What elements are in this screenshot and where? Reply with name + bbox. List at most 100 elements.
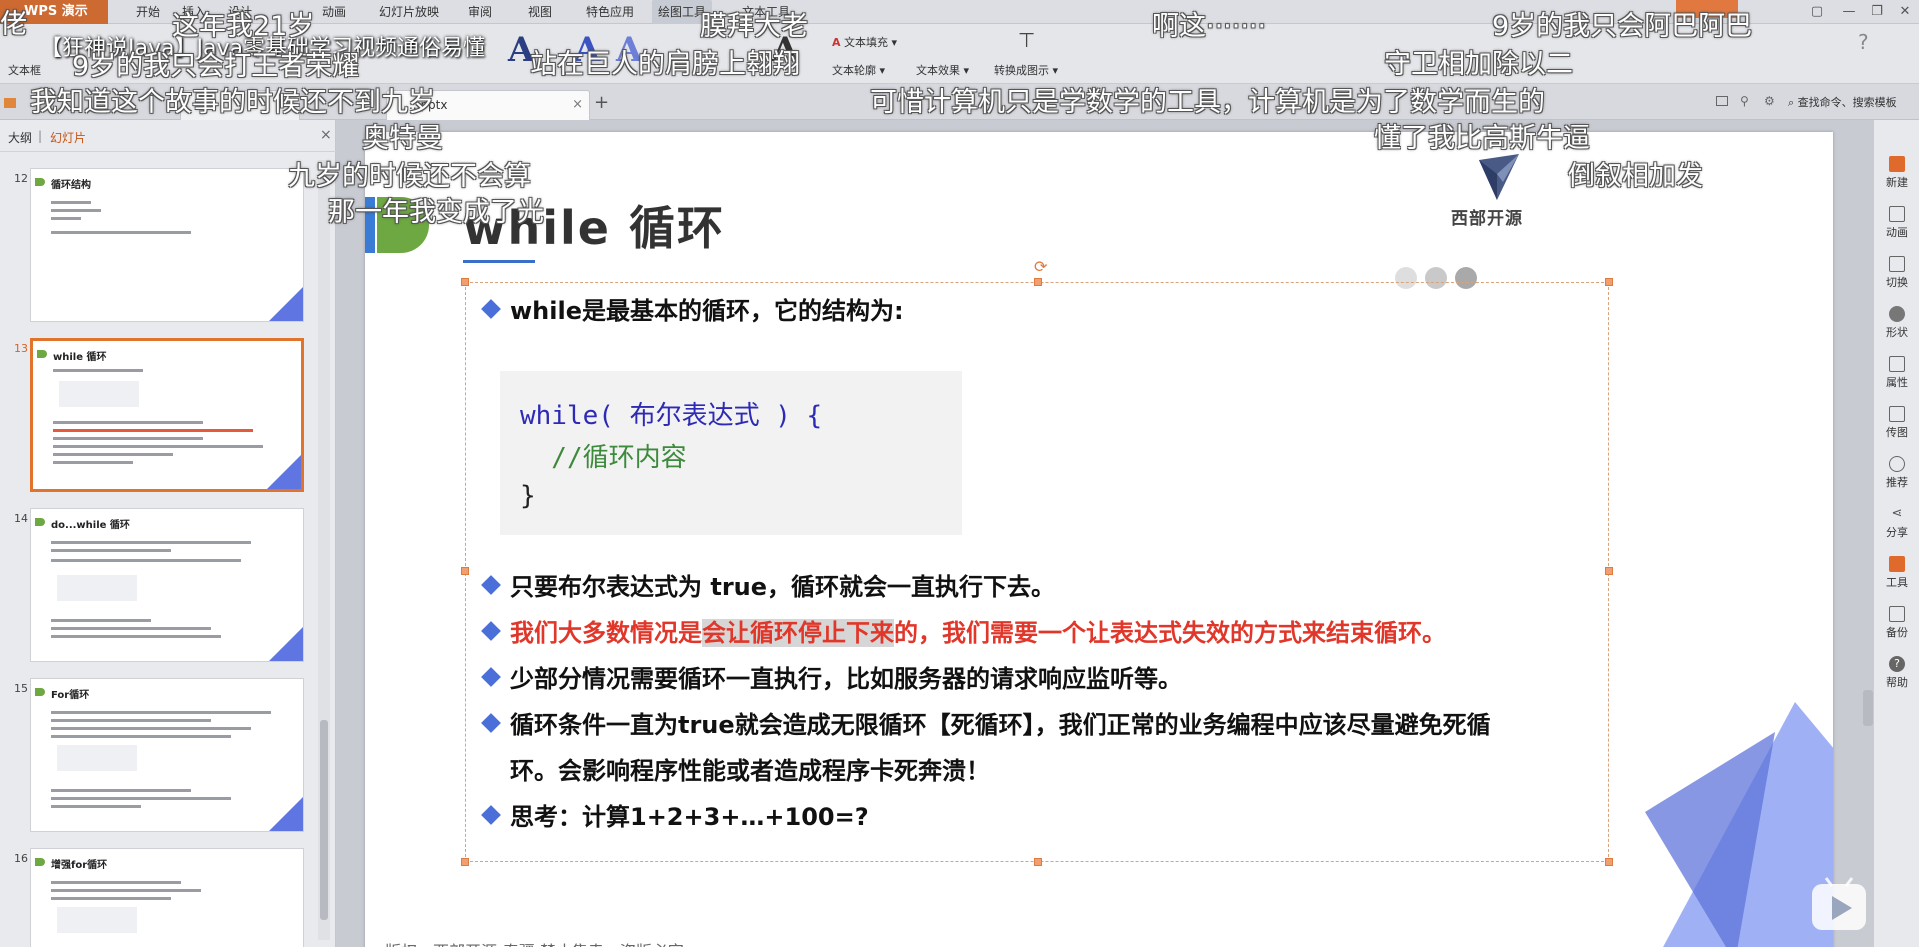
- bullet-2-red: 我们大多数情况是会让循环停止下来的，我们需要一个让表达式失效的方式来结束循环。: [481, 617, 1446, 649]
- share-icon: ⋖: [1891, 506, 1903, 521]
- sidebar-animation[interactable]: 动画: [1874, 206, 1919, 240]
- thumb-code-box: [57, 575, 137, 601]
- thumb-marker: [37, 350, 47, 358]
- thumb-text-line: [51, 889, 201, 892]
- sidebar-new[interactable]: 新建: [1874, 156, 1919, 190]
- slide-thumbnail-13[interactable]: while 循环: [30, 338, 304, 492]
- tab-outline[interactable]: 大纲: [8, 129, 32, 146]
- resize-handle[interactable]: [1605, 567, 1613, 575]
- sidebar-upload-image[interactable]: 传图: [1874, 406, 1919, 440]
- canvas-scrollbar-thumb[interactable]: [1863, 690, 1873, 726]
- rotate-handle-icon[interactable]: ⟳: [1034, 257, 1047, 276]
- toolbox-icon: [1889, 556, 1905, 572]
- window-close-icon[interactable]: ✕: [1894, 2, 1916, 22]
- danmaku-comment: 懂了我比高斯牛逼: [1374, 123, 1590, 154]
- pin-icon[interactable]: ⚲: [1740, 94, 1749, 108]
- sidebar-tools[interactable]: 工具: [1874, 556, 1919, 590]
- danmaku-comment: 9岁的我只会打王者荣耀: [72, 51, 360, 82]
- resize-handle[interactable]: [461, 278, 469, 286]
- tab-slides[interactable]: 幻灯片: [50, 129, 86, 146]
- brand-name: 西部开源: [1451, 209, 1523, 229]
- text-outline-button[interactable]: 文本轮廓 ▾: [832, 62, 885, 78]
- convert-to-diagram-button[interactable]: 转换成图示 ▾: [994, 62, 1058, 78]
- convert-diagram-icon[interactable]: ⊤: [1018, 28, 1035, 52]
- thumb-decor-triangle: [267, 455, 301, 489]
- ribbon-textbox-label[interactable]: 文本框: [8, 62, 41, 78]
- danmaku-comment: 佬: [0, 9, 27, 40]
- settings-icon[interactable]: ⚙: [1764, 94, 1775, 108]
- resize-handle[interactable]: [461, 567, 469, 575]
- danmaku-comment: 我知道这个故事的时候还不到九岁: [30, 87, 435, 118]
- thumb-title: 循环结构: [51, 180, 91, 191]
- danmaku-comment: 守卫相加除以二: [1384, 49, 1573, 80]
- thumb-text-line: [51, 209, 101, 212]
- sidebar-help[interactable]: ? 帮助: [1874, 656, 1919, 690]
- thumb-text-line: [51, 711, 271, 714]
- slide-canvas: while 循环 西部开源 ⟳ while是最基本的循环，它的结构为: whil…: [337, 120, 1873, 947]
- slide-thumbnail-15[interactable]: For循环: [30, 678, 304, 832]
- bullet-diamond-icon: [481, 621, 501, 641]
- resize-handle[interactable]: [1034, 858, 1042, 866]
- slide[interactable]: while 循环 西部开源 ⟳ while是最基本的循环，它的结构为: whil…: [365, 132, 1833, 947]
- search-command-input[interactable]: ⌕ 查找命令、搜索模板: [1788, 94, 1897, 110]
- thumb-number: 13: [14, 342, 28, 355]
- panel-close-icon[interactable]: ×: [320, 127, 332, 143]
- menu-review[interactable]: 审阅: [462, 0, 498, 24]
- help-question-icon[interactable]: ?: [1858, 30, 1869, 54]
- menu-start[interactable]: 开始: [130, 0, 166, 24]
- thumb-text-line: [53, 369, 143, 372]
- content-text-box[interactable]: ⟳ while是最基本的循环，它的结构为: while( 布尔表达式 ) { /…: [461, 257, 1613, 866]
- new-tab-plus-icon[interactable]: +: [594, 92, 609, 113]
- thumb-title: For循环: [51, 690, 90, 701]
- menu-special[interactable]: 特色应用: [580, 0, 640, 24]
- thumb-number: 14: [14, 512, 28, 525]
- menu-animation[interactable]: 动画: [316, 0, 352, 24]
- thumb-decor-triangle: [269, 287, 303, 321]
- resize-handle[interactable]: [1605, 858, 1613, 866]
- thumb-title: 增强for循环: [51, 860, 108, 871]
- play-button-icon[interactable]: [1808, 874, 1870, 936]
- resize-handle[interactable]: [1034, 278, 1042, 286]
- sidebar-share[interactable]: ⋖ 分享: [1874, 506, 1919, 540]
- decor-triangles: [1645, 702, 1833, 947]
- thumb-decor-triangle: [269, 797, 303, 831]
- slide-thumbnail-16[interactable]: 增强for循环: [30, 848, 304, 947]
- danmaku-comment: 可惜计算机只是学数学的工具，计算机是为了数学而生的: [870, 87, 1545, 118]
- title-underline: [463, 260, 535, 263]
- text-effects-button[interactable]: 文本效果 ▾: [916, 62, 969, 78]
- thumb-number: 12: [14, 172, 28, 185]
- thumb-code-box: [59, 381, 139, 407]
- sidebar-shape[interactable]: 形状: [1874, 306, 1919, 340]
- thumb-text-line: [51, 201, 91, 204]
- text-fill-button[interactable]: A 文本填充 ▾: [832, 34, 897, 50]
- slide-thumbnail-12[interactable]: 循环结构: [30, 168, 304, 322]
- tab-close-icon[interactable]: ×: [572, 91, 583, 119]
- sidebar-transition[interactable]: 切换: [1874, 256, 1919, 290]
- folder-icon[interactable]: [4, 98, 16, 108]
- code-line-2: //循环内容: [520, 443, 687, 473]
- thumbnail-scrollbar[interactable]: [318, 160, 330, 940]
- menu-slideshow[interactable]: 幻灯片放映: [374, 0, 444, 24]
- thumb-marker: [35, 858, 45, 866]
- menu-view[interactable]: 视图: [522, 0, 558, 24]
- thumb-text-line-red: [53, 429, 253, 432]
- backup-icon: [1889, 606, 1905, 622]
- window-restore-icon[interactable]: ▢: [1806, 2, 1828, 22]
- resize-handle[interactable]: [461, 858, 469, 866]
- thumb-text-line: [51, 635, 221, 638]
- screen-icon[interactable]: [1716, 96, 1728, 106]
- sidebar-backup[interactable]: 备份: [1874, 606, 1919, 640]
- scrollbar-thumb[interactable]: [320, 720, 328, 920]
- thumb-text-line: [51, 881, 181, 884]
- sidebar-recommend[interactable]: 推荐: [1874, 456, 1919, 490]
- search-icon: ⌕: [1788, 96, 1795, 109]
- slide-thumbnail-14[interactable]: do...while 循环: [30, 508, 304, 662]
- danmaku-comment: 这年我21岁: [172, 11, 315, 42]
- thumb-title: while 循环: [53, 352, 107, 363]
- sidebar-properties[interactable]: 属性: [1874, 356, 1919, 390]
- window-minimize-icon[interactable]: —: [1838, 2, 1860, 22]
- window-maximize-icon[interactable]: ❐: [1866, 2, 1888, 22]
- bullet-4-continued: 环。会影响程序性能或者造成程序卡死奔溃！: [510, 757, 990, 785]
- resize-handle[interactable]: [1605, 278, 1613, 286]
- image-upload-icon: [1889, 406, 1905, 422]
